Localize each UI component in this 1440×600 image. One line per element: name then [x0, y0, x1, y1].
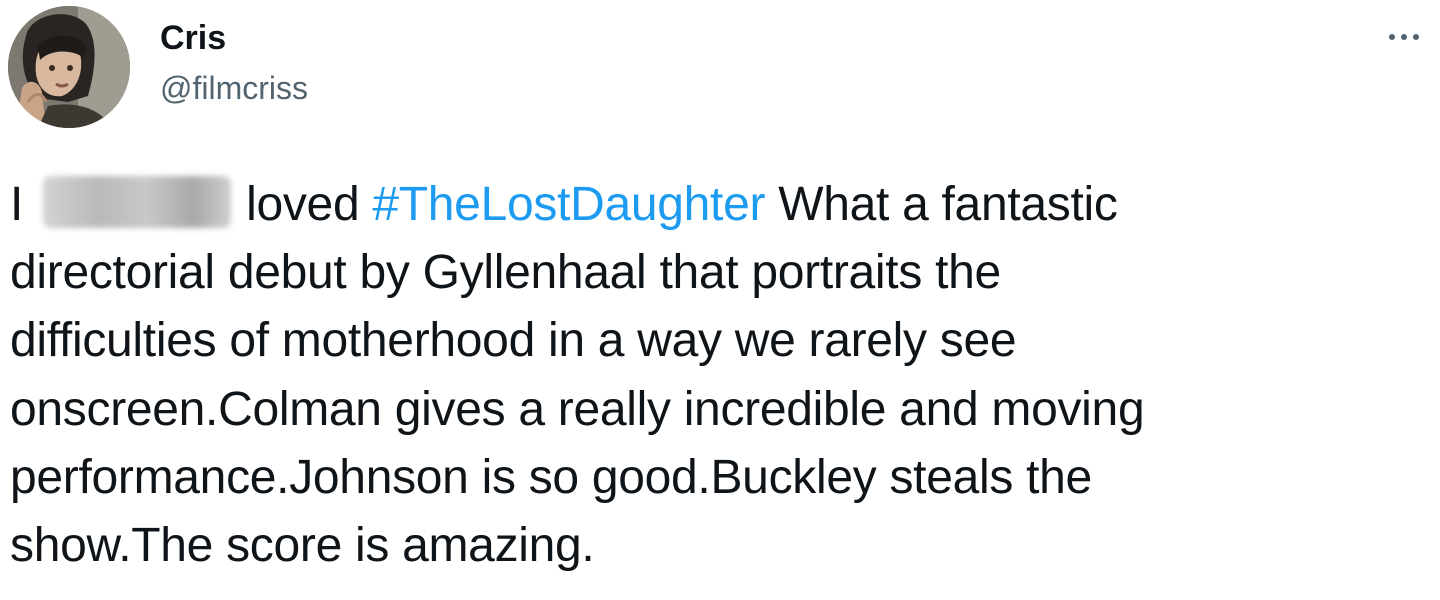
tweet-line-1: I loved #TheLostDaughter What a fantasti…: [10, 171, 1430, 239]
avatar[interactable]: [8, 6, 130, 128]
author-handle[interactable]: @filmcriss: [160, 68, 308, 108]
tweet-line-4: onscreen.Colman gives a really incredibl…: [10, 382, 1145, 436]
tweet-line-3: difficulties of motherhood in a way we r…: [10, 314, 1017, 368]
more-horizontal-icon-dot: [1413, 34, 1419, 40]
tweet-text-start: I: [10, 178, 24, 231]
tweet-line-2: directorial debut by Gyllenhaal that por…: [10, 246, 1001, 300]
tweet-line-5: performance.Johnson is so good.Buckley s…: [10, 450, 1092, 504]
tweet-line-6: show.The score is amazing.: [10, 518, 595, 572]
redacted-blur: [43, 176, 232, 228]
tweet-text: I loved #TheLostDaughter What a fantasti…: [10, 171, 1430, 580]
tweet-card: Cris @filmcriss I loved #TheLostDaughter…: [0, 0, 1440, 600]
author-display-name[interactable]: Cris: [160, 18, 226, 58]
more-horizontal-icon: [1389, 34, 1395, 40]
tweet-text-loved: loved: [233, 178, 373, 231]
more-options-button[interactable]: [1378, 22, 1430, 52]
tweet-text-line1-end: What a fantastic: [765, 178, 1118, 231]
more-horizontal-icon-dot: [1401, 34, 1407, 40]
hashtag-link[interactable]: #TheLostDaughter: [372, 178, 765, 231]
profile-photo-icon: [8, 6, 130, 128]
